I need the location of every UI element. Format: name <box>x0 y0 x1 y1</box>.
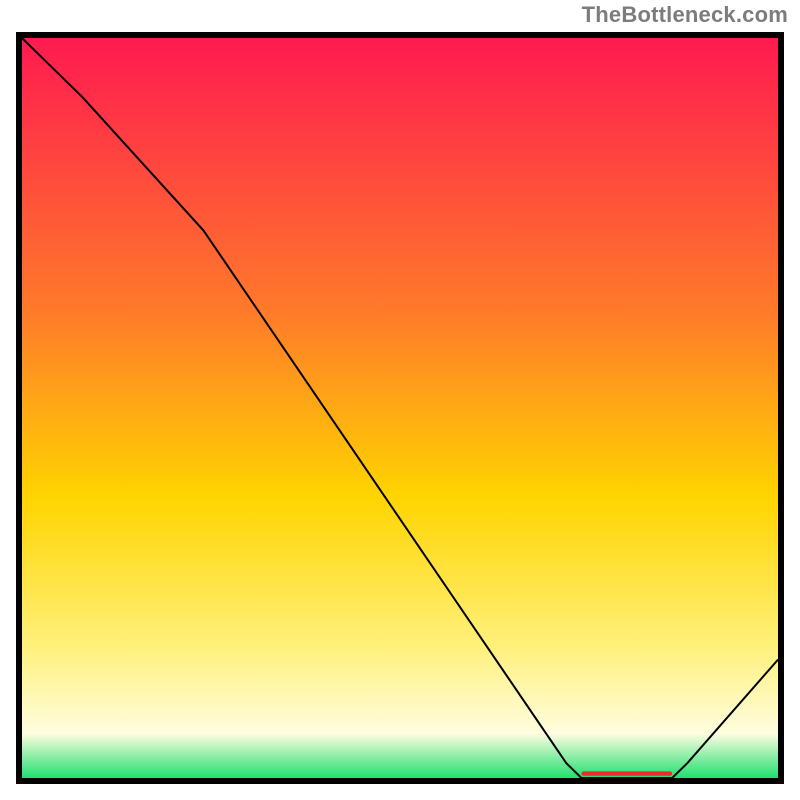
bottleneck-chart <box>22 38 778 778</box>
watermark-text: TheBottleneck.com <box>582 2 788 28</box>
chart-frame <box>16 32 784 784</box>
chart-background <box>22 38 778 778</box>
optimum-marker <box>581 771 672 775</box>
